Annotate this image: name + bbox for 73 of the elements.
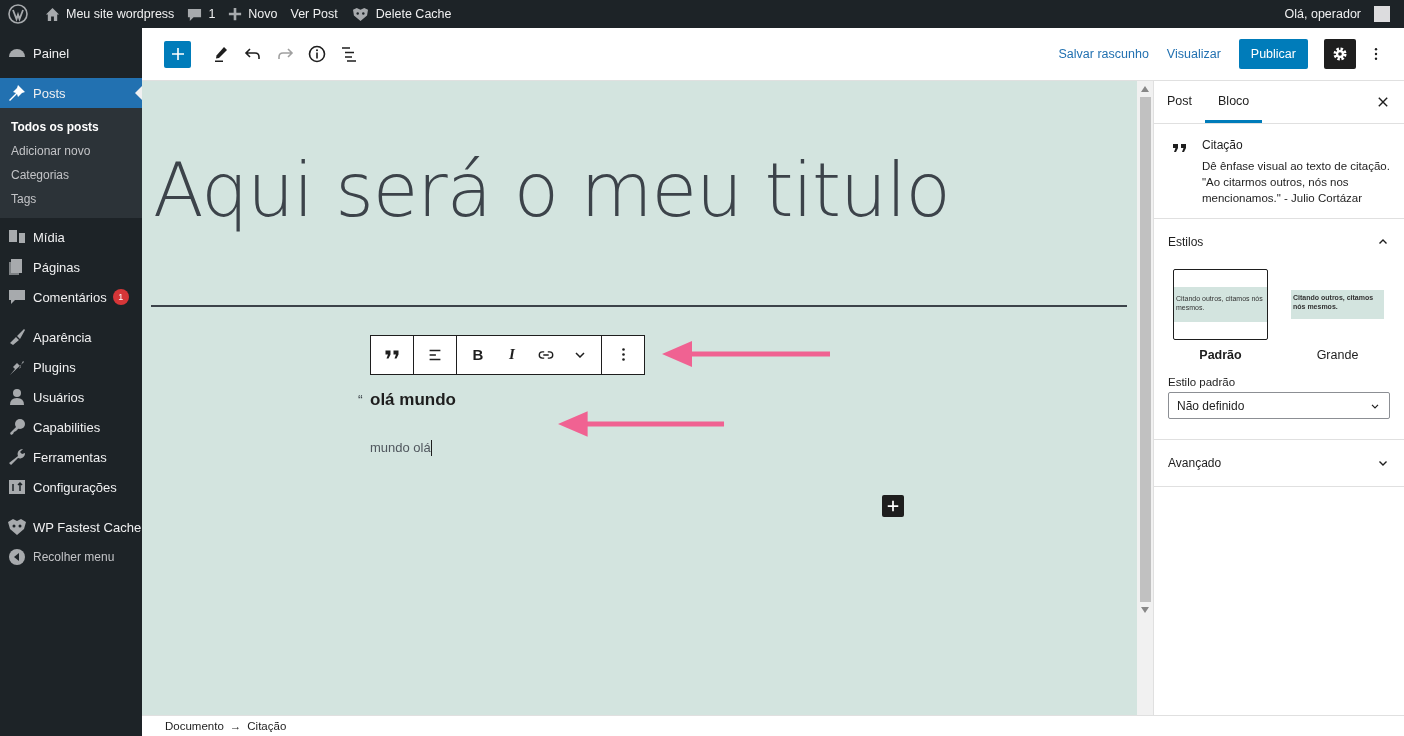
sidebar-item[interactable]: Configurações — [0, 472, 142, 502]
cheetah-head-icon — [350, 6, 370, 22]
sidebar-item[interactable]: Comentários 1 — [0, 282, 142, 312]
breadcrumb-link[interactable]: Citação — [247, 720, 287, 732]
close-icon[interactable] — [1376, 95, 1390, 109]
speech-bubble-icon — [187, 6, 203, 22]
preview-link[interactable]: Visualizar — [1166, 47, 1221, 61]
pushpin-icon — [7, 83, 27, 103]
sidebar-item[interactable]: WP Fastest Cache — [0, 512, 142, 542]
italic-button[interactable]: I — [495, 335, 529, 374]
cheetah-head-icon — [7, 517, 27, 537]
sidebar-item[interactable]: Plugins — [0, 352, 142, 382]
submenu-item[interactable]: Todos os posts — [0, 115, 142, 139]
person-icon — [7, 387, 27, 407]
add-block-button[interactable] — [164, 40, 191, 68]
quote-mark: “ — [358, 391, 364, 408]
breadcrumb-separator: → — [229, 720, 242, 732]
sidebar-item[interactable]: Capabilities — [0, 412, 142, 442]
sidebar-item[interactable]: Posts — [0, 78, 142, 108]
sidebar-item[interactable]: Mídia — [0, 222, 142, 252]
sidebar-item[interactable]: Aparência — [0, 322, 142, 352]
submenu-item[interactable]: Categorias — [0, 163, 142, 187]
sidebar-item[interactable]: Usuários — [0, 382, 142, 412]
scroll-down-icon[interactable] — [1141, 607, 1149, 613]
submenu-item[interactable]: Adicionar novo — [0, 139, 142, 163]
sidebar-item[interactable]: Recolher menu — [0, 542, 142, 572]
home-icon — [45, 6, 60, 22]
breadcrumb-link[interactable]: Documento — [165, 720, 224, 732]
info-icon[interactable] — [307, 44, 327, 64]
panel-tab[interactable]: Bloco — [1205, 81, 1263, 123]
view-post-link[interactable]: Ver Post — [290, 7, 338, 21]
plus-icon — [228, 7, 243, 21]
publish-button[interactable]: Publicar — [1238, 39, 1308, 69]
quote-citation[interactable]: mundo olá — [370, 439, 1127, 456]
comment-count-badge: 1 — [112, 289, 129, 305]
block-name: Citação — [1202, 138, 1244, 152]
panel-tab[interactable]: Post — [1154, 81, 1205, 123]
collapse-icon — [7, 547, 27, 567]
chevron-down-icon — [575, 351, 585, 358]
block-description: Dê ênfase visual ao texto de citação. "Ao citarmos outros, nós nos mencionamos." - Julio Cortázar — [1202, 159, 1390, 206]
default-style-label: Estilo padrão — [1168, 376, 1237, 388]
plus-icon — [886, 499, 900, 513]
list-view-icon[interactable] — [339, 44, 359, 64]
default-style-select[interactable]: Não definido — [1168, 392, 1390, 419]
settings-button[interactable] — [1324, 39, 1356, 69]
key-icon — [7, 417, 27, 437]
bold-button[interactable]: B — [461, 335, 495, 374]
block-inserter-button[interactable] — [882, 495, 904, 517]
submenu-item[interactable]: Tags — [0, 187, 142, 211]
plus-icon — [169, 46, 186, 62]
quote-text[interactable]: olá mundo — [370, 389, 456, 410]
sidebar-item[interactable]: Ferramentas — [0, 442, 142, 472]
quote-icon — [385, 350, 399, 360]
user-greeting-link[interactable]: Olá, operador — [1284, 7, 1361, 21]
settings-icon — [1331, 45, 1349, 63]
scrollbar-thumb[interactable] — [1139, 97, 1151, 602]
sidebar-item[interactable]: Painel — [0, 38, 142, 68]
advanced-section-toggle[interactable]: Avançado — [1168, 440, 1390, 486]
delete-cache-link[interactable]: Delete Cache — [350, 6, 452, 22]
comments-link[interactable]: 1 — [187, 6, 216, 22]
scrollbar[interactable] — [1137, 81, 1153, 715]
post-title[interactable]: Aqui será o meu titulo — [153, 146, 1127, 235]
site-name-link[interactable]: Meu site wordpress — [45, 6, 175, 22]
settings-icon — [7, 477, 27, 497]
new-content-link[interactable]: Novo — [228, 7, 278, 21]
vertical-dots-icon — [621, 348, 625, 362]
scroll-up-icon[interactable] — [1141, 86, 1149, 92]
save-draft-link[interactable]: Salvar rascunho — [1058, 47, 1149, 61]
wordpress-logo-icon[interactable] — [8, 4, 28, 24]
speech-bubble-icon — [7, 287, 27, 307]
sidebar-item[interactable]: Páginas — [0, 252, 142, 282]
styles-section-toggle[interactable]: Estilos — [1168, 219, 1390, 265]
wrench-icon — [7, 447, 27, 467]
